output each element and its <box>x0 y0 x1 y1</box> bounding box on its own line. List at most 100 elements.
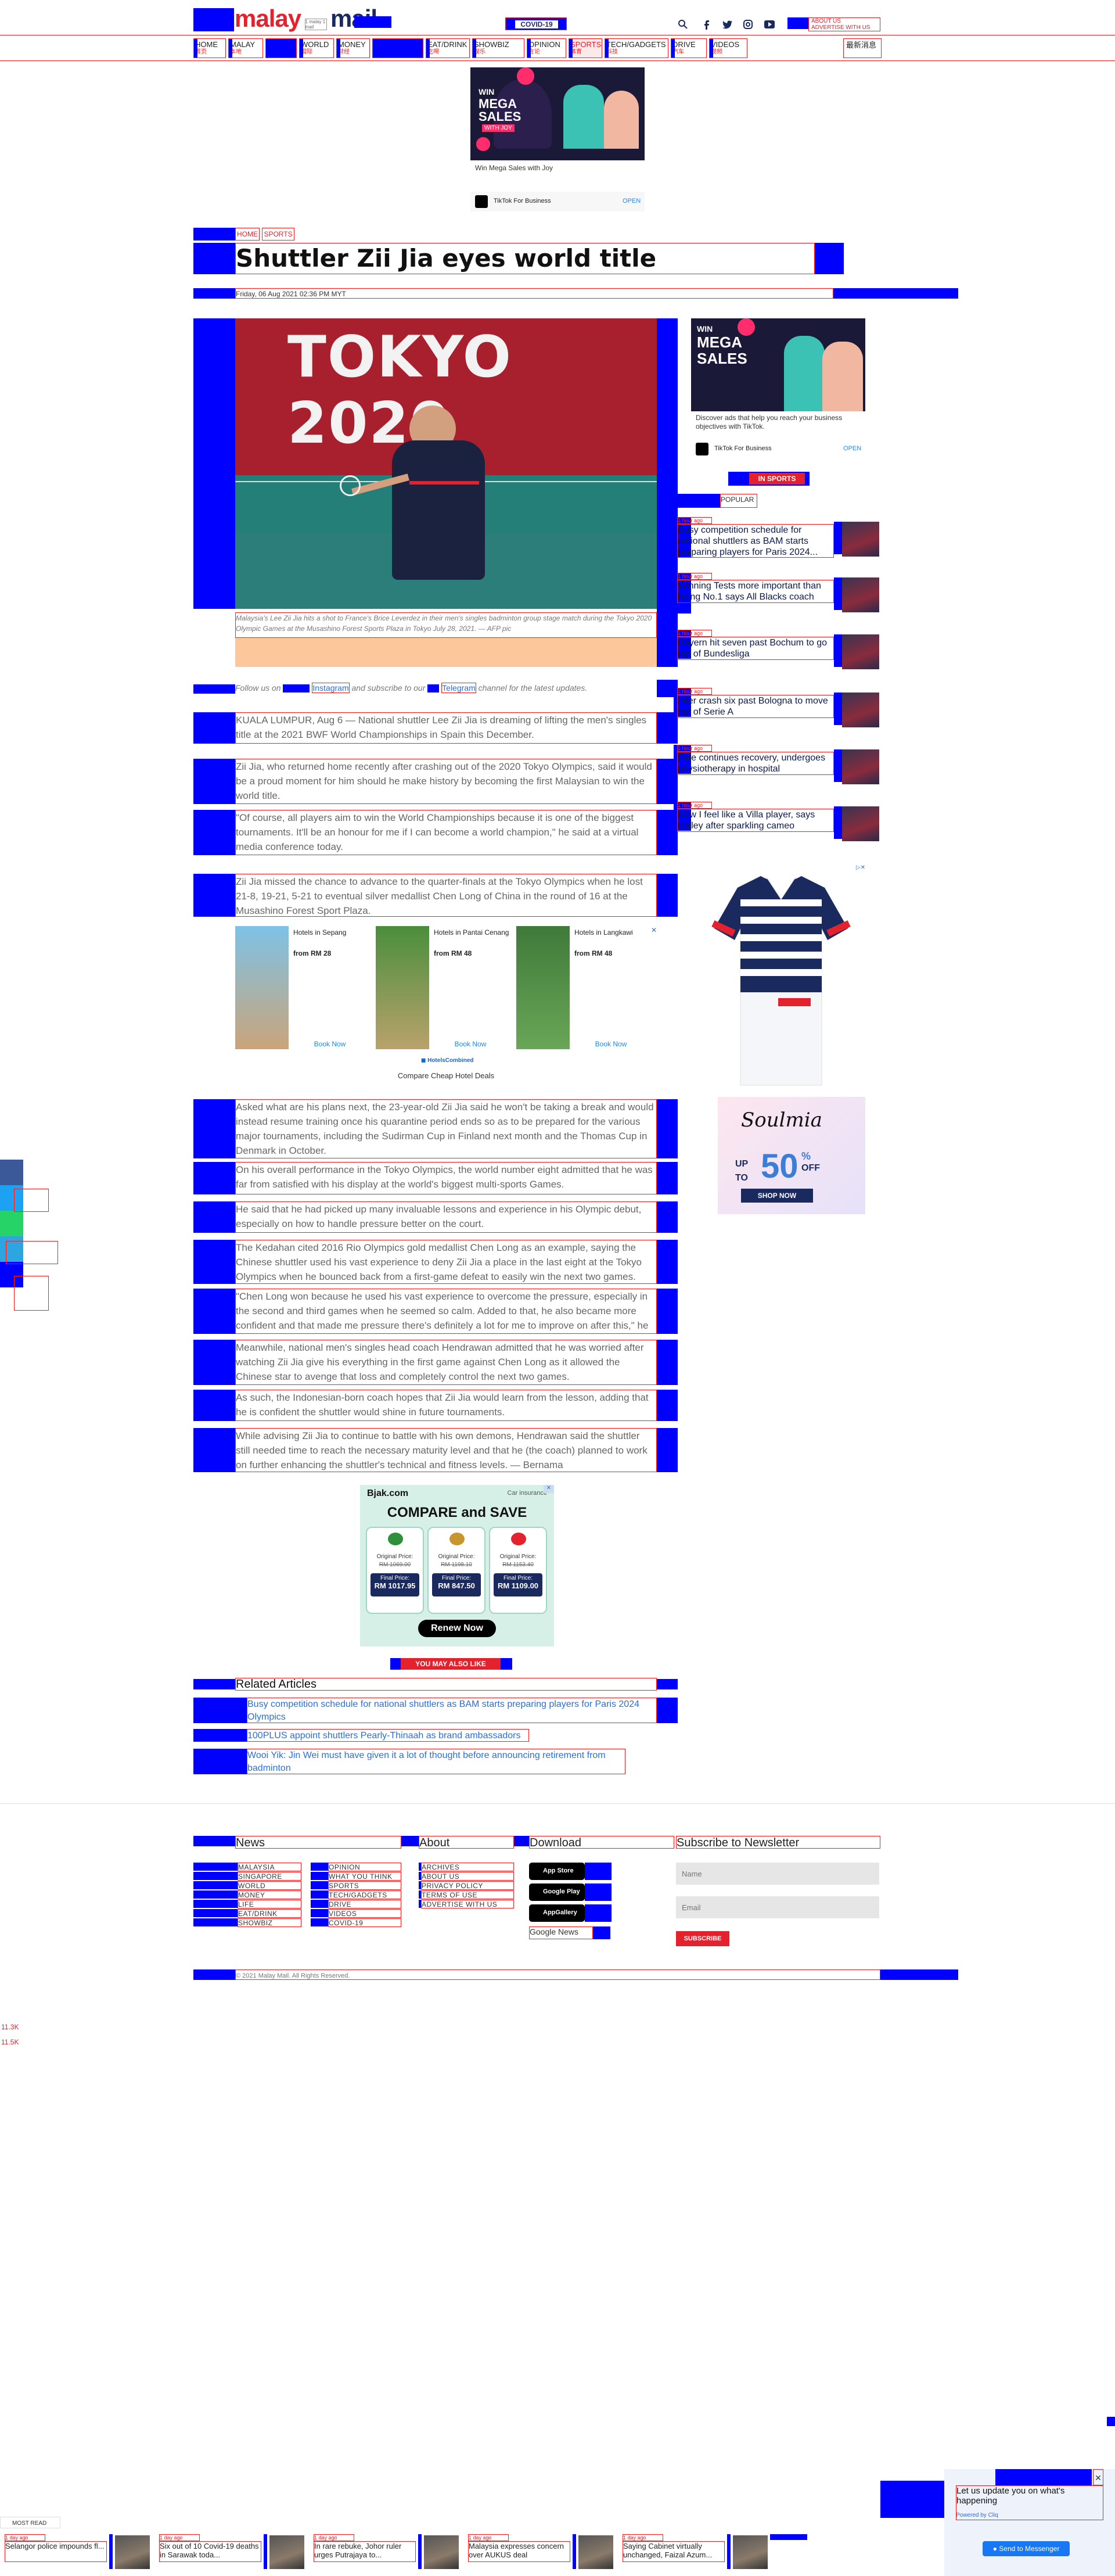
footer-link[interactable]: TERMS OF USE <box>421 1890 514 1899</box>
store-badge[interactable]: App Store <box>529 1863 585 1880</box>
most-read-link[interactable]: Selangor police impounds fl... <box>5 2541 107 2562</box>
sidebar-article-link[interactable]: Pele continues recovery, undergoes physi… <box>677 752 834 775</box>
ticker-thumbnail[interactable] <box>424 2535 459 2569</box>
subscribe-button[interactable]: SUBSCRIBE <box>676 1931 729 1946</box>
newsletter-email-input[interactable] <box>676 1896 879 1918</box>
nav-item-9[interactable]: SPORTS 体育 <box>569 38 602 58</box>
insurance-ad[interactable]: Bjak.com Car insurance COMPARE and SAVE … <box>360 1485 554 1646</box>
send-to-messenger-button[interactable]: ● Send to Messenger <box>983 2541 1070 2556</box>
renew-now-button[interactable]: Renew Now <box>418 1620 496 1637</box>
latest-news-link[interactable]: 最新消息 <box>843 38 882 58</box>
nav-item-6[interactable]: EAT/DRINK 吃喝 <box>426 38 470 58</box>
hotel-card[interactable]: Hotels in Pantai Cenang from RM 48 Book No… <box>376 926 513 1054</box>
related-article-link[interactable]: 100PLUS appoint shuttlers Pearly-Thinaah… <box>247 1729 529 1742</box>
nav-item-10[interactable]: TECH/GADGETS 科技 <box>605 38 668 58</box>
footer-link[interactable]: OPINION <box>328 1863 401 1871</box>
book-now-button[interactable]: Book Now <box>293 1040 366 1048</box>
covid-button[interactable]: COVID-19 <box>505 17 567 30</box>
footer-link[interactable]: SPORTS <box>328 1881 401 1890</box>
nav-item-5[interactable] <box>372 38 423 58</box>
newsletter-name-input[interactable] <box>676 1863 879 1885</box>
insurance-card[interactable]: Original Price: RM 1153.40 Final Price: RM … <box>489 1527 547 1614</box>
ad-choices-icon[interactable]: ▷✕ <box>856 864 865 871</box>
book-now-button[interactable]: Book Now <box>434 1040 507 1048</box>
ticker-thumbnail[interactable] <box>733 2535 768 2569</box>
nav-item-1[interactable]: MALAY 本地 <box>228 38 263 58</box>
google-news-link[interactable]: Google News <box>529 1926 593 1939</box>
footer-link[interactable]: COVID-19 <box>328 1918 401 1927</box>
footer-link[interactable]: LIFE <box>238 1900 301 1908</box>
ticker-thumbnail[interactable] <box>269 2535 304 2569</box>
sidebar-article-link[interactable]: Now I feel like a Villa player, says Bai… <box>677 809 834 832</box>
facebook-icon[interactable] <box>702 19 711 30</box>
instagram-icon[interactable] <box>743 20 753 29</box>
insurance-card[interactable]: Original Price: RM 1069.00 Final Price: RM … <box>366 1527 424 1614</box>
share-facebook-button[interactable] <box>0 1160 23 1185</box>
nav-item-12[interactable]: VIDEOS 视频 <box>709 38 747 58</box>
instagram-link[interactable]: Instagram <box>312 683 350 693</box>
search-icon[interactable] <box>678 20 688 29</box>
related-article-link[interactable]: Wooi Yik: Jin Wei must have given it a l… <box>247 1749 625 1774</box>
shop-now-button[interactable]: SHOP NOW <box>741 1189 813 1203</box>
ad-choices-icon[interactable]: ✕ <box>544 1485 554 1493</box>
nav-item-2[interactable] <box>265 38 297 58</box>
insurance-card[interactable]: Original Price: RM 1198.10 Final Price: RM … <box>427 1527 485 1614</box>
footer-link[interactable]: ABOUT US <box>421 1872 514 1881</box>
most-read-link[interactable]: Saying Cabinet virtually unchanged, Faiz… <box>623 2541 725 2562</box>
footer-link[interactable]: DRIVE <box>328 1900 401 1908</box>
nav-item-7[interactable]: SHOWBIZ 娱乐 <box>472 38 524 58</box>
breadcrumb-sports[interactable]: SPORTS <box>262 228 294 241</box>
ticker-thumbnail[interactable] <box>115 2535 150 2569</box>
sidebar-thumbnail[interactable] <box>842 522 879 557</box>
sidebar-ad-cta[interactable]: OPEN <box>843 445 861 452</box>
footer-link[interactable]: SHOWBIZ <box>238 1918 301 1927</box>
most-read-link[interactable]: Six out of 10 Covid-19 deaths in Sarawak… <box>159 2541 261 2562</box>
nav-item-0[interactable]: HOME 首页 <box>193 38 226 58</box>
top-ad-footer[interactable]: TikTok For Business OPEN <box>470 192 645 211</box>
nav-item-11[interactable]: DRIVE 汽车 <box>671 38 707 58</box>
footer-link[interactable]: MALAYSIA <box>238 1863 301 1871</box>
sidebar-thumbnail[interactable] <box>842 693 879 727</box>
sidebar-article-link[interactable]: Inter crash six past Bologna to move top… <box>677 695 834 718</box>
footer-link[interactable]: SINGAPORE <box>238 1872 301 1881</box>
advertise-link[interactable]: ABOUT US ADVERTISE WITH US <box>808 17 880 31</box>
book-now-button[interactable]: Book Now <box>574 1040 648 1048</box>
sidebar-thumbnail[interactable] <box>842 749 879 784</box>
footer-link[interactable]: ADVERTISE WITH US <box>421 1900 514 1908</box>
footer-link[interactable]: ARCHIVES <box>421 1863 514 1871</box>
messenger-close-icon[interactable]: ✕ <box>1093 2469 1103 2485</box>
top-ad-cta[interactable]: OPEN <box>623 198 641 204</box>
footer-link[interactable]: EAT/DRINK <box>238 1909 301 1918</box>
sidebar-thumbnail[interactable] <box>842 634 879 669</box>
related-article-link[interactable]: Busy competition schedule for national s… <box>247 1698 657 1723</box>
hotel-card[interactable]: Hotels in Langkawi from RM 48 Book Now <box>516 926 653 1054</box>
store-badge[interactable]: Google Play <box>529 1883 585 1901</box>
popular-tab[interactable]: POPULAR <box>720 494 757 508</box>
hotel-card[interactable]: Hotels in Sepang from RM 28 Book Now <box>235 926 372 1054</box>
shirt-ad[interactable]: ▷✕ <box>697 864 865 1097</box>
footer-link[interactable]: WHAT YOU THINK <box>328 1872 401 1881</box>
sidebar-ad[interactable]: WIN MEGA SALES <box>691 318 865 411</box>
sidebar-thumbnail[interactable] <box>842 806 879 841</box>
footer-link[interactable]: VIDEOS <box>328 1909 401 1918</box>
store-badge[interactable]: AppGallery <box>529 1904 585 1922</box>
most-read-tab[interactable]: MOST READ <box>0 2517 60 2528</box>
ticker-thumbnail[interactable] <box>578 2535 613 2569</box>
sidebar-thumbnail[interactable] <box>842 577 879 612</box>
most-read-link[interactable]: In rare rebuke, Johor ruler urges Putraj… <box>314 2541 416 2562</box>
share-whatsapp-button[interactable] <box>0 1211 23 1236</box>
most-read-link[interactable]: Malaysia expresses concern over AUKUS de… <box>468 2541 570 2562</box>
nav-item-8[interactable]: OPINION 言论 <box>527 38 566 58</box>
footer-link[interactable]: MONEY <box>238 1890 301 1899</box>
nav-item-3[interactable]: WORLD 国际 <box>299 38 334 58</box>
breadcrumb-home[interactable]: HOME <box>235 228 260 241</box>
footer-link[interactable]: WORLD <box>238 1881 301 1890</box>
hotel-ad[interactable]: ✕ Hotels in Sepang from RM 28 Book Now Hote… <box>235 926 657 1089</box>
sidebar-article-link[interactable]: Bayern hit seven past Bochum to go top o… <box>677 637 834 660</box>
top-banner-ad[interactable]: WIN MEGA SALES WITH JOY <box>470 67 645 160</box>
sidebar-article-link[interactable]: Winning Tests more important than being … <box>677 580 834 603</box>
footer-link[interactable]: PRIVACY POLICY <box>421 1881 514 1890</box>
youtube-icon[interactable] <box>764 20 775 28</box>
footer-link[interactable]: TECH/GADGETS <box>328 1890 401 1899</box>
sidebar-ad-footer[interactable]: TikTok For Business OPEN <box>691 439 865 459</box>
